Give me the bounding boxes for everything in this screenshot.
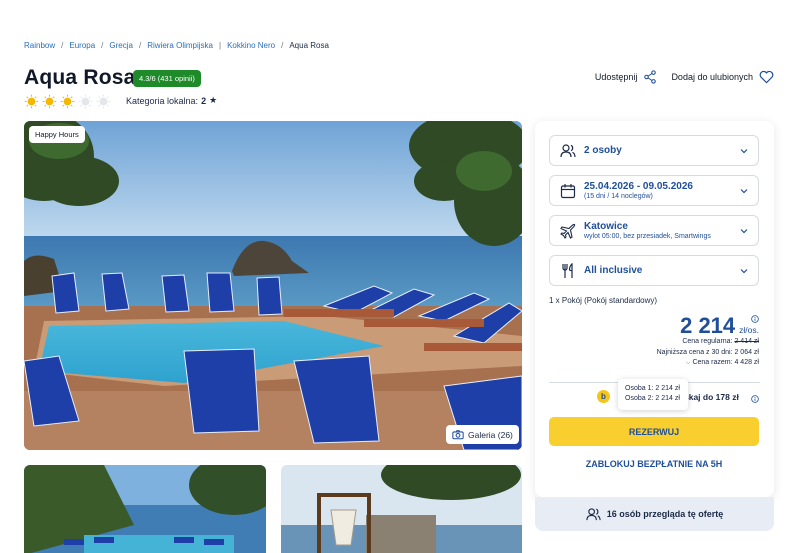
chevron-down-icon	[740, 268, 748, 273]
persons-select[interactable]: 2 osoby	[549, 135, 759, 166]
favorite-button[interactable]: Dodaj do ulubionych	[671, 70, 774, 84]
share-icon	[644, 70, 657, 84]
lowest-price-label: Najniższa cena z 30 dni:	[656, 348, 733, 356]
hero-photo[interactable]	[24, 121, 522, 450]
sun-rating	[24, 94, 111, 109]
price-value: 2 214	[680, 313, 736, 338]
breadcrumb-separator: /	[61, 41, 64, 50]
local-category: Kategoria lokalna: 2 ★	[126, 95, 217, 106]
breadcrumb-separator: |	[219, 41, 222, 50]
departure-details: wylot 05:00, bez przesiadek, Smartwings	[584, 233, 711, 240]
dates-duration: (15 dni / 14 noclegów)	[584, 193, 653, 200]
price-per-person: 2 214 zł/os.	[680, 313, 759, 339]
price-details: Cena regularna: 2 414 zł Najniższa cena …	[657, 337, 759, 369]
plane-icon	[560, 223, 576, 239]
board-select[interactable]: All inclusive	[549, 255, 759, 286]
sun-icon-filled	[24, 94, 39, 109]
breadcrumb-separator: /	[138, 41, 142, 50]
breadcrumb-separator: /	[101, 41, 104, 50]
sun-icon-empty	[78, 94, 93, 109]
hotel-title: Aqua Rosa	[24, 66, 136, 89]
total-price-row[interactable]: ⌵ Cena razem: 4 428 zł	[657, 358, 759, 369]
local-category-label: Kategoria lokalna:	[126, 95, 199, 106]
reserve-button[interactable]: REZERWUJ	[549, 417, 759, 446]
price-unit: zł/os.	[739, 325, 759, 335]
chevron-down-icon	[740, 228, 748, 233]
share-label: Udostępnij	[594, 72, 638, 82]
regular-price-row: Cena regularna: 2 414 zł	[657, 337, 759, 348]
b-coin-icon: b	[597, 390, 610, 403]
viewers-banner: 16 osób przegląda tę ofertę	[535, 497, 774, 531]
breadcrumb-riwiera[interactable]: Riwiera Olimpijska	[147, 41, 213, 50]
gallery-thumbnail[interactable]	[281, 465, 522, 553]
info-icon[interactable]	[751, 395, 759, 403]
price-per-person-tooltip: Osoba 1: 2 214 zł Osoba 2: 2 214 zł	[618, 379, 688, 410]
breadcrumb-separator: /	[281, 41, 284, 50]
chevron-down-icon	[740, 148, 748, 153]
rating-badge[interactable]: 4.3/6 (431 opinii)	[133, 70, 201, 87]
share-button[interactable]: Udostępnij	[595, 70, 658, 84]
calendar-icon	[560, 183, 576, 198]
dates-select[interactable]: 25.04.2026 - 09.05.2026 (15 dni / 14 noc…	[549, 175, 759, 206]
breadcrumb-current: Aqua Rosa	[289, 41, 329, 50]
tooltip-person-1: Osoba 1: 2 214 zł	[625, 385, 680, 392]
persons-value: 2 osoby	[584, 145, 622, 156]
block-free-button[interactable]: ZABLOKUJ BEZPŁATNIE NA 5H	[549, 459, 759, 469]
persons-icon	[586, 507, 601, 520]
booking-panel: 2 osoby 25.04.2026 - 09.05.2026 (15 dni …	[535, 121, 774, 497]
camera-icon	[452, 430, 464, 440]
breadcrumb-rainbow[interactable]: Rainbow	[24, 41, 55, 50]
sun-icon-empty	[96, 94, 111, 109]
discount-text: skaj do 178 zł	[684, 391, 739, 402]
regular-price-value: 2 414 zł	[734, 338, 759, 345]
thumbnail-photo-illustration	[281, 465, 522, 553]
persons-icon	[560, 143, 576, 157]
favorite-label: Dodaj do ulubionych	[671, 72, 753, 82]
sun-icon-filled	[42, 94, 57, 109]
viewers-text: 16 osób przegląda tę ofertę	[606, 509, 724, 519]
gallery-button[interactable]: Galeria (26)	[446, 425, 519, 444]
breadcrumb-grecja[interactable]: Grecja	[109, 41, 133, 50]
lowest-price-row: Najniższa cena z 30 dni: 2 064 zł	[657, 348, 759, 359]
tooltip-person-2: Osoba 2: 2 214 zł	[625, 395, 680, 402]
star-icon: ★	[209, 95, 218, 105]
dates-value: 25.04.2026 - 09.05.2026	[584, 181, 693, 192]
breadcrumb-kokkino-nero[interactable]: Kokkino Nero	[227, 41, 275, 50]
local-category-value: 2	[201, 95, 207, 106]
chevron-down-icon: ⌵	[685, 360, 691, 366]
regular-price-label: Cena regularna:	[682, 338, 733, 345]
breadcrumb: Rainbow / Europa / Grecja / Riwiera Olim…	[24, 41, 329, 50]
departure-select[interactable]: Katowice wylot 05:00, bez przesiadek, Sm…	[549, 215, 759, 246]
departure-city: Katowice	[584, 221, 628, 232]
pool-photo-illustration	[24, 121, 522, 450]
chevron-down-icon	[740, 188, 748, 193]
gallery-thumbnail[interactable]	[24, 465, 266, 553]
happy-hours-badge: Happy Hours	[29, 126, 85, 143]
thumbnail-photo-illustration	[24, 465, 266, 553]
top-actions: Udostępnij Dodaj do ulubionych	[595, 70, 774, 84]
total-price-label: Cena razem:	[692, 359, 733, 366]
gallery-label: Galeria (26)	[468, 429, 513, 440]
board-value: All inclusive	[584, 265, 643, 276]
cutlery-icon	[562, 262, 573, 278]
heart-icon	[759, 70, 774, 84]
lowest-price-value: 2 064 zł	[734, 348, 759, 356]
room-info: 1 x Pokój (Pokój standardowy)	[549, 296, 658, 305]
breadcrumb-europa[interactable]: Europa	[69, 41, 95, 50]
total-price-value: 4 428 zł	[734, 359, 759, 366]
sun-icon-filled	[60, 94, 75, 109]
